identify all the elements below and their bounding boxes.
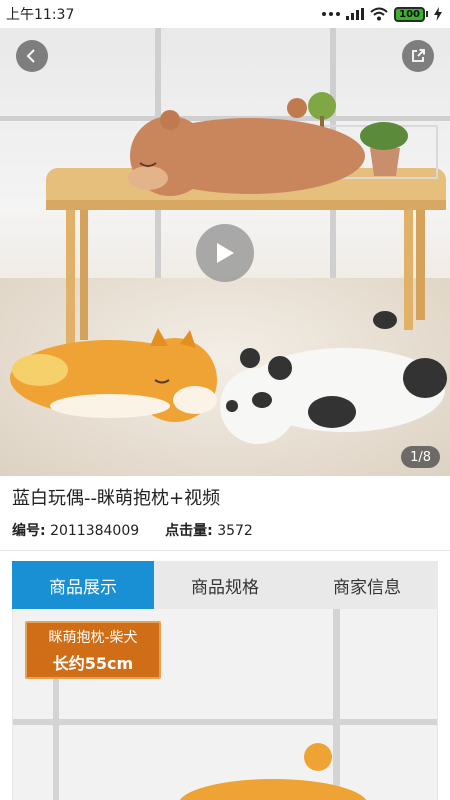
back-button[interactable] <box>16 40 48 72</box>
tab-product-specs[interactable]: 商品规格 <box>154 561 296 609</box>
signal-icon <box>346 8 365 20</box>
wifi-icon <box>370 7 388 21</box>
chevron-left-icon <box>26 49 35 63</box>
product-media-carousel[interactable]: 1/8 <box>0 28 450 476</box>
product-detail-image: 眯萌抱枕-柴犬 长约55cm <box>12 609 438 800</box>
tab-product-showcase[interactable]: 商品展示 <box>12 561 154 609</box>
detail-tabs: 商品展示 商品规格 商家信息 <box>12 561 438 609</box>
status-icons: 100 <box>322 6 442 22</box>
share-icon <box>412 49 425 62</box>
product-title: 蓝白玩偶--眯萌抱枕+视频 <box>12 488 221 509</box>
battery-level: 100 <box>399 8 420 20</box>
share-button[interactable] <box>402 40 434 72</box>
product-code-label: 编号: <box>12 523 46 539</box>
product-info: 蓝白玩偶--眯萌抱枕+视频 编号: 2011384009 点击量: 3572 <box>0 476 450 551</box>
product-code-value: 2011384009 <box>50 523 140 539</box>
product-meta: 编号: 2011384009 点击量: 3572 <box>12 520 438 540</box>
product-clicks-value: 3572 <box>217 523 253 539</box>
status-bar: 上午11:37 100 <box>0 0 450 28</box>
product-code: 编号: 2011384009 <box>12 520 139 540</box>
tab-merchant-info[interactable]: 商家信息 <box>296 561 438 609</box>
play-video-button[interactable] <box>196 224 254 282</box>
more-dots-icon <box>322 12 341 16</box>
product-clicks: 点击量: 3572 <box>165 520 253 540</box>
play-icon <box>217 243 234 263</box>
page-indicator: 1/8 <box>401 446 440 468</box>
battery-icon: 100 <box>394 6 428 22</box>
shiba-plush-image <box>179 743 367 800</box>
status-time: 上午11:37 <box>6 7 75 23</box>
charging-icon <box>434 7 442 21</box>
product-clicks-label: 点击量: <box>165 523 213 539</box>
